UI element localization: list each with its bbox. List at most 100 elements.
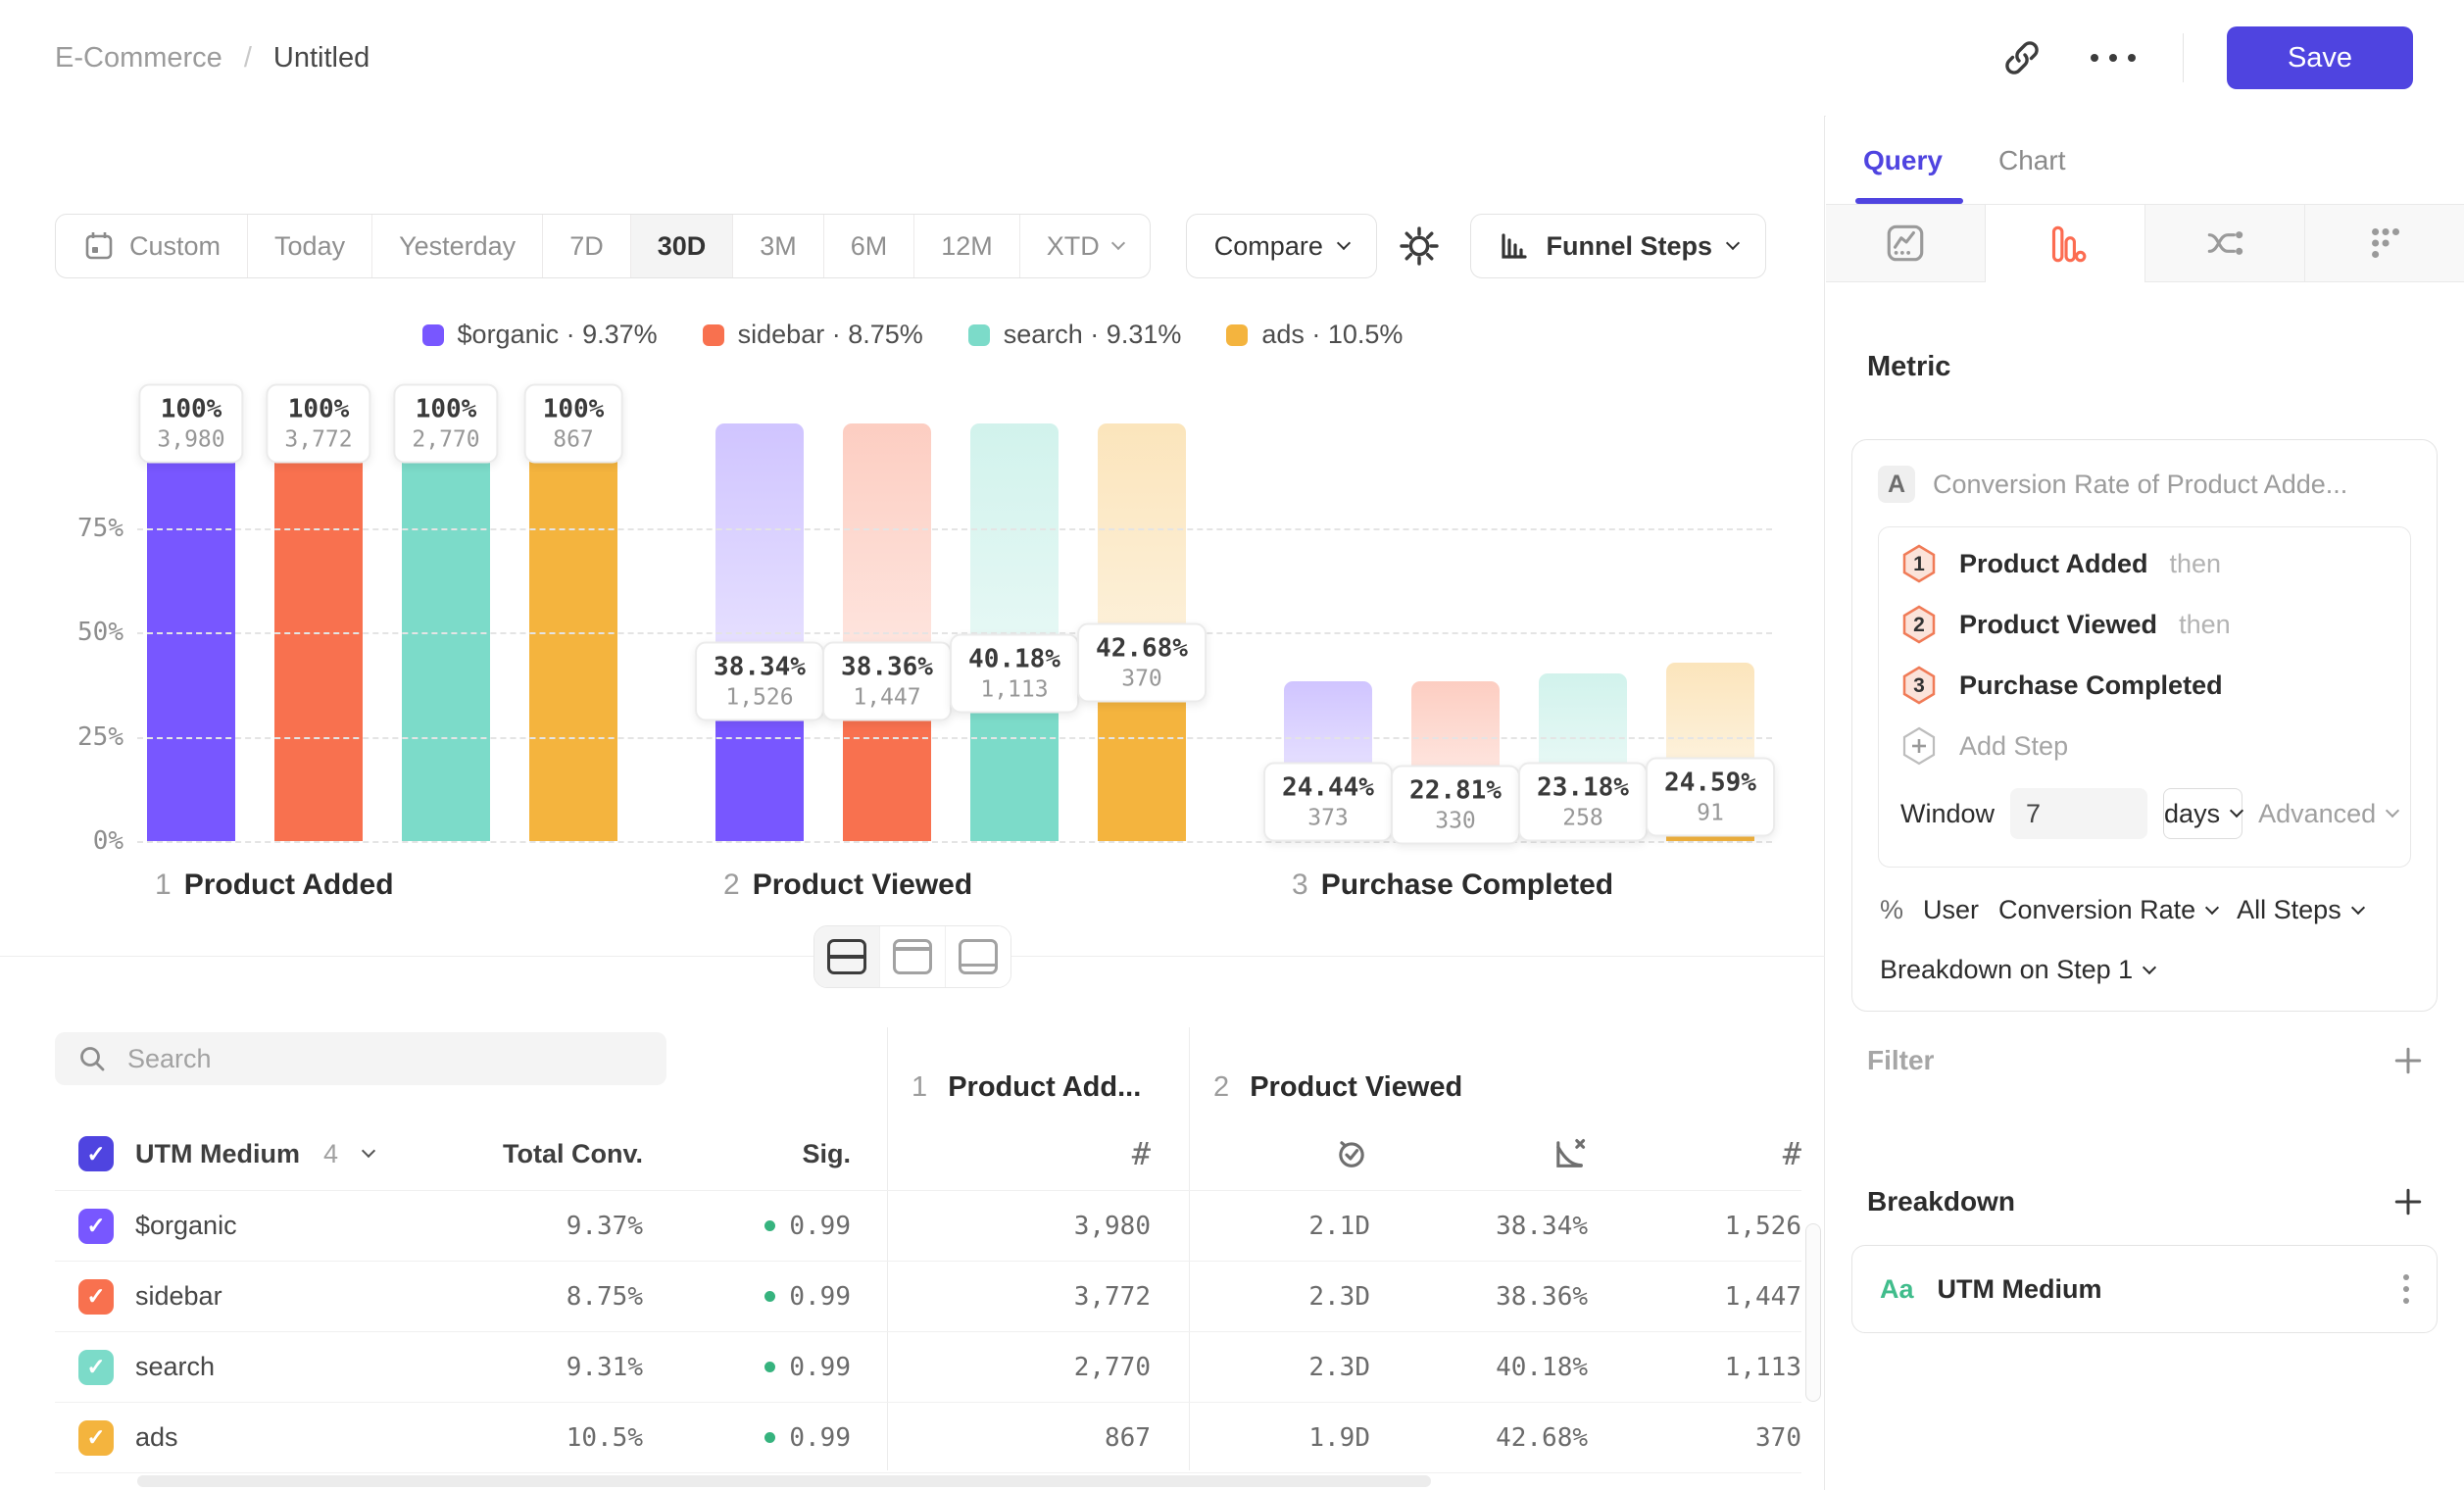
range-yesterday[interactable]: Yesterday: [372, 215, 543, 277]
funnels-report-tab[interactable]: [1986, 205, 2145, 282]
range-xtd[interactable]: XTD: [1020, 215, 1150, 277]
legend-item[interactable]: search · 9.31%: [968, 320, 1182, 350]
step-name: Purchase Completed: [1321, 869, 1613, 901]
y-axis-label: 0%: [27, 824, 123, 858]
legend-item[interactable]: ads · 10.5%: [1226, 320, 1403, 350]
tooltip-rate: 24.59%: [1664, 769, 1756, 798]
range-custom[interactable]: Custom: [56, 215, 248, 277]
sig-value: 0.99: [789, 1282, 851, 1312]
layout-table-button[interactable]: [946, 926, 1010, 987]
vertical-scrollbar[interactable]: [1805, 1223, 1821, 1402]
chevron-down-icon: [1726, 236, 1740, 250]
share-link-icon[interactable]: [2000, 36, 2044, 79]
add-breakdown-icon[interactable]: [2392, 1186, 2424, 1217]
date-range-group: Custom Today Yesterday 7D 30D 3M 6M 12M …: [55, 214, 1151, 278]
window-label: Window: [1900, 799, 1995, 829]
time-to-convert-icon[interactable]: [1188, 1135, 1372, 1172]
row-label-cell: sidebar: [55, 1279, 467, 1315]
legend-label: search · 9.31%: [1004, 320, 1182, 350]
range-3m[interactable]: 3M: [733, 215, 824, 277]
tooltip-rate: 23.18%: [1537, 773, 1629, 803]
report-title[interactable]: Untitled: [273, 42, 370, 74]
legend-swatch: [703, 324, 724, 346]
group-count: 4: [323, 1139, 338, 1169]
select-all-checkbox[interactable]: [78, 1136, 114, 1171]
window-value-input[interactable]: [2010, 788, 2147, 839]
sig-header[interactable]: Sig.: [643, 1139, 851, 1169]
tab-query[interactable]: Query: [1863, 145, 1943, 176]
metric-heading: Metric: [1867, 351, 1950, 383]
legend-item[interactable]: $organic · 9.37%: [422, 320, 658, 350]
step-name: Product Viewed: [1959, 610, 2157, 640]
horizontal-scrollbar[interactable]: [137, 1475, 1431, 1487]
step2-rate: 40.18%: [1372, 1353, 1588, 1382]
window-unit-select[interactable]: days: [2163, 788, 2242, 839]
settings-gear-icon[interactable]: [1398, 224, 1441, 268]
table-row[interactable]: ads10.5%0.998671.9D42.68%370: [55, 1403, 1801, 1473]
step-row-2[interactable]: 2 Product Viewed then: [1879, 594, 2410, 655]
layout-chart-button[interactable]: [880, 926, 946, 987]
total-conv-header[interactable]: Total Conv.: [467, 1139, 643, 1169]
table-row[interactable]: sidebar8.75%0.993,7722.3D38.36%1,447: [55, 1262, 1801, 1332]
range-6m[interactable]: 6M: [824, 215, 915, 277]
add-filter-icon[interactable]: [2392, 1045, 2424, 1076]
range-label: 7D: [569, 231, 604, 262]
table-row[interactable]: $organic9.37%0.993,9802.1D38.34%1,526: [55, 1190, 1801, 1262]
row-checkbox[interactable]: [78, 1420, 114, 1456]
count-column-icon[interactable]: #: [1783, 1135, 1801, 1172]
measure-scope-dropdown[interactable]: All Steps: [2237, 895, 2363, 925]
add-step-row[interactable]: Add Step: [1879, 716, 2410, 776]
table-search[interactable]: [55, 1032, 666, 1085]
tooltip-count: 258: [1537, 806, 1629, 831]
count-column-icon[interactable]: #: [1132, 1135, 1151, 1172]
tooltip-count: 3,772: [284, 427, 352, 453]
insights-report-tab[interactable]: [1826, 205, 1986, 282]
conversion-rate-icon[interactable]: [1372, 1135, 1588, 1172]
breakdown-on-step-dropdown[interactable]: Breakdown on Step 1: [1878, 955, 2411, 985]
step-name: Purchase Completed: [1959, 670, 2223, 701]
tooltip-rate: 38.36%: [841, 653, 933, 682]
row-checkbox[interactable]: [78, 1350, 114, 1385]
y-axis-label: 75%: [27, 512, 123, 545]
metric-title: Conversion Rate of Product Adde...: [1933, 470, 2347, 500]
range-today[interactable]: Today: [248, 215, 372, 277]
step2-time: 1.9D: [1188, 1423, 1372, 1453]
range-12m[interactable]: 12M: [914, 215, 1020, 277]
breakdown-item-menu-icon[interactable]: [2403, 1274, 2409, 1304]
more-options-icon[interactable]: [2087, 51, 2140, 65]
breadcrumb-project[interactable]: E-Commerce: [55, 42, 222, 74]
measure-metric-dropdown[interactable]: Conversion Rate: [1998, 895, 2217, 925]
search-input[interactable]: [125, 1043, 619, 1075]
row-checkbox[interactable]: [78, 1209, 114, 1244]
measure-entity[interactable]: User: [1923, 895, 1979, 925]
breakdown-on-label: Breakdown on Step 1: [1880, 955, 2133, 985]
chart-type-button[interactable]: Funnel Steps: [1470, 214, 1766, 278]
tooltip-rate: 38.34%: [714, 653, 806, 682]
compare-button[interactable]: Compare: [1186, 214, 1377, 278]
legend-label: $organic · 9.37%: [458, 320, 658, 350]
range-30d-selected[interactable]: 30D: [631, 215, 734, 277]
chevron-down-icon[interactable]: [362, 1144, 375, 1158]
group-name[interactable]: UTM Medium: [135, 1139, 300, 1169]
gridline: [137, 632, 1772, 634]
funnel-chart: 100%3,98038.34%1,52624.44%373100%3,77238…: [0, 371, 1825, 959]
legend-item[interactable]: sidebar · 8.75%: [703, 320, 923, 350]
table-row[interactable]: search9.31%0.992,7702.3D40.18%1,113: [55, 1332, 1801, 1403]
breakdown-item[interactable]: Aa UTM Medium: [1851, 1245, 2438, 1333]
tooltip-count: 91: [1664, 801, 1756, 826]
advanced-dropdown[interactable]: Advanced: [2258, 799, 2397, 829]
chart-type-label: Funnel Steps: [1546, 231, 1712, 262]
step-row-3[interactable]: 3 Purchase Completed: [1879, 655, 2410, 716]
save-button[interactable]: Save: [2227, 26, 2413, 89]
row-checkbox[interactable]: [78, 1279, 114, 1315]
step-row-1[interactable]: 1 Product Added then: [1879, 533, 2410, 594]
metric-title-row[interactable]: A Conversion Rate of Product Adde...: [1878, 466, 2411, 503]
range-7d[interactable]: 7D: [543, 215, 631, 277]
sig-dot-icon: [764, 1362, 775, 1372]
retention-report-tab[interactable]: [2305, 205, 2464, 282]
layout-split-button[interactable]: [814, 926, 880, 987]
tooltip-count: 3,980: [157, 427, 224, 453]
step1-count: 867: [888, 1423, 1188, 1453]
step-number: 3: [1292, 869, 1308, 901]
flows-report-tab[interactable]: [2145, 205, 2305, 282]
